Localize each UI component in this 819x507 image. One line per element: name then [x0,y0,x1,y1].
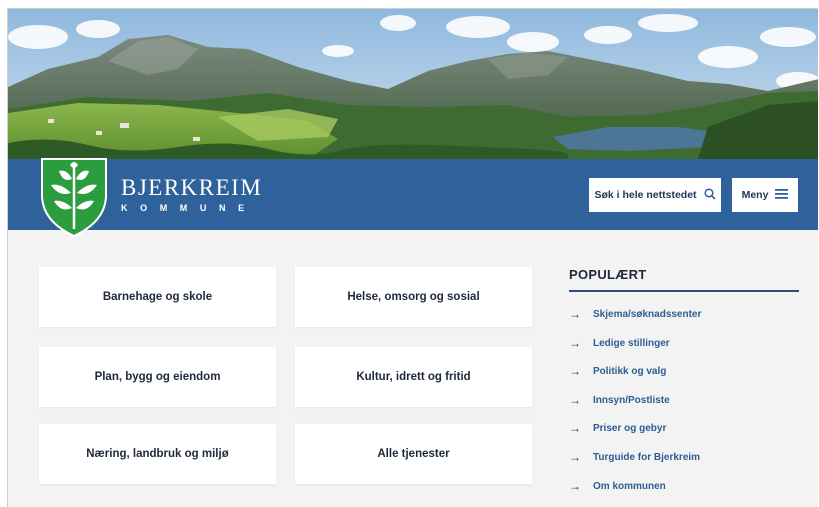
popular-link-priser[interactable]: → Priser og gebyr [569,421,666,435]
arrow-right-icon: → [569,479,581,493]
popular-link-ledige-stillinger[interactable]: → Ledige stillinger [569,336,670,350]
popular-link-om-kommunen[interactable]: → Om kommunen [569,479,666,493]
popular-link-label: Om kommunen [593,480,666,492]
search-icon [703,187,716,203]
service-tile-label: Plan, bygg og eiendom [94,371,221,383]
service-tile-alle-tjenester[interactable]: Alle tjenester [295,424,532,484]
hero-landscape-image [8,9,818,159]
popular-links-section: POPULÆRT → Skjema/søknadssenter → Ledige s… [569,267,799,493]
service-tile-helse-omsorg[interactable]: Helse, omsorg og sosial [295,267,532,327]
popular-heading: POPULÆRT [569,267,799,292]
brand-wordmark[interactable]: BJERKREIM KOMMUNE [121,175,263,213]
brand-name: BJERKREIM [121,175,263,200]
popular-link-label: Politikk og valg [593,365,667,377]
popular-link-label: Innsyn/Postliste [593,394,670,406]
menu-button[interactable]: Meny [732,178,798,212]
site-search-button[interactable]: Søk i hele nettstedet [589,178,721,212]
service-tile-label: Næring, landbruk og miljø [86,448,229,460]
arrow-right-icon: → [569,307,581,321]
arrow-right-icon: → [569,364,581,378]
popular-link-label: Turguide for Bjerkreim [593,451,701,463]
arrow-right-icon: → [569,450,581,464]
popular-link-label: Ledige stillinger [593,337,670,349]
search-button-label: Søk i hele nettstedet [594,189,697,201]
popular-link-skjema[interactable]: → Skjema/søknadssenter [569,307,701,321]
municipality-coat-of-arms-logo[interactable] [39,157,109,238]
service-tile-kultur-idrett[interactable]: Kultur, idrett og fritid [295,347,532,407]
popular-link-innsyn[interactable]: → Innsyn/Postliste [569,393,670,407]
arrow-right-icon: → [569,421,581,435]
service-tile-naering-landbruk[interactable]: Næring, landbruk og miljø [39,424,276,484]
service-tile-label: Helse, omsorg og sosial [347,291,480,303]
service-tile-barnehage-skole[interactable]: Barnehage og skole [39,267,276,327]
hamburger-icon [775,188,789,202]
service-tile-label: Barnehage og skole [102,291,213,303]
page-frame: BJERKREIM KOMMUNE Søk i hele nettstedet … [7,8,818,507]
brand-subtitle: KOMMUNE [121,203,257,213]
service-tile-label: Kultur, idrett og fritid [356,371,471,383]
popular-link-label: Priser og gebyr [593,422,667,434]
service-tile-label: Alle tjenester [377,448,450,460]
service-tile-plan-bygg[interactable]: Plan, bygg og eiendom [39,347,276,407]
arrow-right-icon: → [569,393,581,407]
popular-link-label: Skjema/søknadssenter [593,308,702,320]
site-header: BJERKREIM KOMMUNE Søk i hele nettstedet … [8,158,818,238]
arrow-right-icon: → [569,336,581,350]
menu-button-label: Meny [741,189,769,201]
popular-link-turguide[interactable]: → Turguide for Bjerkreim [569,450,700,464]
popular-link-politikk[interactable]: → Politikk og valg [569,364,666,378]
